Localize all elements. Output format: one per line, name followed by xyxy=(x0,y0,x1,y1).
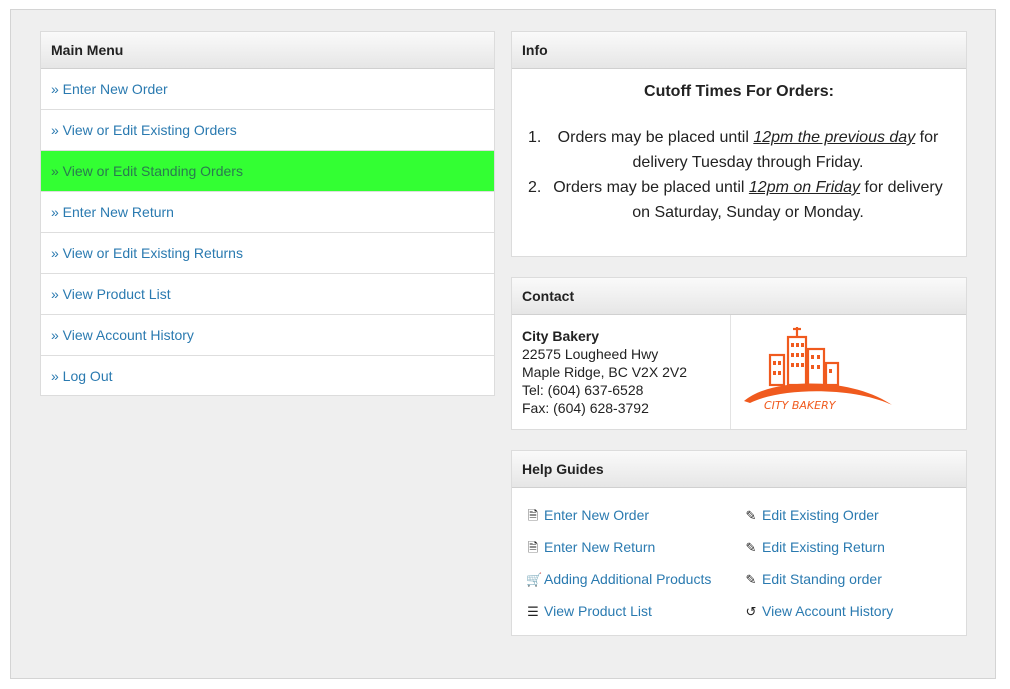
menu-item-log-out[interactable]: » Log Out xyxy=(41,356,494,396)
cutoff-item-text: Orders may be placed until xyxy=(553,179,749,196)
help-link-label: Enter New Return xyxy=(544,539,656,555)
menu-item-enter-new-return[interactable]: » Enter New Return xyxy=(41,192,494,233)
page-frame: Main Menu » Enter New Order » View or Ed… xyxy=(10,9,996,679)
help-link-adding-additional-products[interactable]: 🛒 Adding Additional Products xyxy=(526,571,711,588)
menu-item-view-product-list[interactable]: » View Product List xyxy=(41,274,494,315)
help-link-edit-existing-order[interactable]: ✎ Edit Existing Order xyxy=(744,507,879,524)
document-icon: 🗎 xyxy=(527,540,539,555)
help-guides-panel: Help Guides 🗎 Enter New Order ✎ Edit Exist… xyxy=(511,450,967,636)
fax-number: Fax: (604) 628-3792 xyxy=(522,400,649,416)
cutoff-item: 1. Orders may be placed until 12pm the p… xyxy=(512,125,966,175)
contact-panel: Contact City Bakery 22575 Lougheed Hwy M… xyxy=(511,277,967,430)
main-menu-panel: Main Menu » Enter New Order » View or Ed… xyxy=(40,31,495,396)
cutoff-item-time: 12pm on Friday xyxy=(748,179,861,196)
cutoff-item-number: 2. xyxy=(528,179,542,196)
contact-divider xyxy=(730,315,731,429)
city-bakery-logo: CITY BAKERY xyxy=(744,327,892,412)
help-link-enter-new-order[interactable]: 🗎 Enter New Order xyxy=(526,507,649,529)
menu-item-view-edit-existing-returns[interactable]: » View or Edit Existing Returns xyxy=(41,233,494,274)
help-link-view-product-list[interactable]: ☰ View Product List xyxy=(526,603,652,620)
cutoff-item-number: 1. xyxy=(528,129,542,146)
history-icon: ↺ xyxy=(745,604,757,619)
help-link-label: View Product List xyxy=(544,603,652,619)
address-line-2: Maple Ridge, BC V2X 2V2 xyxy=(522,364,687,380)
help-link-label: Enter New Order xyxy=(544,507,650,523)
cutoff-heading: Cutoff Times For Orders: xyxy=(644,83,834,100)
info-panel: Info Cutoff Times For Orders: 1. Orders … xyxy=(511,31,967,257)
contact-details: City Bakery 22575 Lougheed Hwy Maple Rid… xyxy=(522,327,687,417)
info-title: Info xyxy=(512,32,966,69)
document-icon: 🗎 xyxy=(527,508,539,523)
help-link-label: Edit Standing order xyxy=(762,571,882,587)
edit-icon: ✎ xyxy=(745,508,757,523)
list-icon: ☰ xyxy=(527,604,539,619)
menu-item-enter-new-order[interactable]: » Enter New Order xyxy=(41,69,494,110)
contact-body: City Bakery 22575 Lougheed Hwy Maple Rid… xyxy=(512,315,966,429)
logo-text: CITY BAKERY xyxy=(764,399,837,412)
edit-icon: ✎ xyxy=(745,540,757,555)
phone-number: Tel: (604) 637-6528 xyxy=(522,382,644,398)
help-link-enter-new-return[interactable]: 🗎 Enter New Return xyxy=(526,539,656,561)
cutoff-item: 2. Orders may be placed until 12pm on Fr… xyxy=(512,175,966,225)
address-line-1: 22575 Lougheed Hwy xyxy=(522,346,659,362)
help-link-view-account-history[interactable]: ↺ View Account History xyxy=(744,603,894,620)
help-link-label: Edit Existing Return xyxy=(762,539,885,555)
help-link-label: Edit Existing Order xyxy=(762,507,879,523)
help-link-edit-standing-order[interactable]: ✎ Edit Standing order xyxy=(744,571,882,588)
main-menu-title: Main Menu xyxy=(41,32,494,69)
cart-icon: 🛒 xyxy=(526,572,543,587)
menu-item-view-account-history[interactable]: » View Account History xyxy=(41,315,494,356)
help-guides-title: Help Guides xyxy=(512,451,966,488)
help-link-edit-existing-return[interactable]: ✎ Edit Existing Return xyxy=(744,539,885,556)
contact-title: Contact xyxy=(512,278,966,315)
help-link-label: Adding Additional Products xyxy=(544,571,712,587)
edit-icon: ✎ xyxy=(745,572,757,587)
cutoff-list: 1. Orders may be placed until 12pm the p… xyxy=(512,125,966,225)
cutoff-item-text: Orders may be placed until xyxy=(557,129,754,146)
menu-item-view-edit-standing-orders[interactable]: » View or Edit Standing Orders xyxy=(41,151,494,192)
menu-item-view-edit-existing-orders[interactable]: » View or Edit Existing Orders xyxy=(41,110,494,151)
help-link-label: View Account History xyxy=(762,603,894,619)
business-name: City Bakery xyxy=(522,328,600,344)
cutoff-item-time: 12pm the previous day xyxy=(753,129,916,146)
